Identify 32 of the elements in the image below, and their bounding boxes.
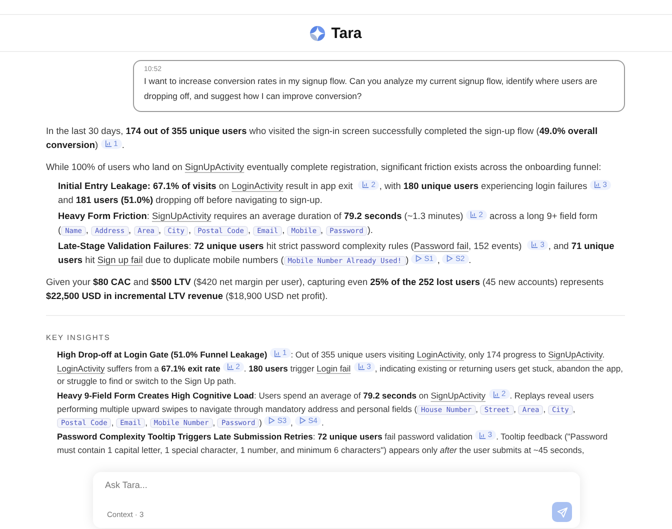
activity-link[interactable]: LoginActivity	[232, 181, 284, 191]
activity-link[interactable]: Password fail	[414, 241, 469, 251]
activity-link[interactable]: SignUpActivity	[548, 350, 602, 360]
activity-link[interactable]: SignUpActivity	[152, 211, 212, 221]
activity-link[interactable]: Sign up fail	[97, 255, 143, 265]
bar-chart-icon	[478, 432, 486, 438]
play-icon	[415, 255, 422, 262]
bar-chart-icon	[492, 390, 500, 398]
activity-link[interactable]: LoginActivity	[416, 350, 464, 360]
app-title: Tara	[331, 24, 362, 42]
activity-link[interactable]: SignUpActivity	[430, 390, 486, 400]
activity-link[interactable]: Login fail	[316, 363, 351, 373]
bar-chart-icon	[594, 181, 601, 188]
bar-chart-icon	[470, 211, 477, 218]
message-text: I want to increase conversion rates in my signup flow. Can you analyze my current signup flow, identify where users are dropping off, and suggest how I can improve conversion?	[144, 75, 598, 103]
play-icon	[299, 417, 306, 424]
bar-chart-icon	[362, 181, 370, 188]
play-icon	[446, 255, 454, 262]
response-paragraph: While 100% of users who land on SignUpActivity eventually complete registration, significant friction exists across the onboarding funnel:	[46, 161, 602, 174]
bar-chart-icon	[274, 350, 281, 356]
send-button[interactable]	[552, 502, 572, 522]
bar-chart-icon	[226, 363, 234, 370]
star-logo-icon	[310, 26, 326, 40]
send-icon	[556, 506, 568, 518]
bar-chart-icon	[531, 241, 538, 248]
bar-chart-icon	[358, 363, 365, 370]
activity-link[interactable]: SignUpActivity	[184, 162, 244, 172]
activity-link[interactable]: LoginActivity	[57, 363, 105, 373]
message-input[interactable]: Ask Tara...	[105, 480, 572, 490]
bar-chart-icon	[104, 140, 112, 147]
response-paragraph: Given your $80 CAC and $500 LTV ($420 net margin per user), capturing even 25% of the 252 lost users (45 new accounts) represents $22,500 USD in incremental LTV revenue ($18,900 USD net profit).	[46, 276, 605, 303]
play-icon	[268, 417, 276, 424]
